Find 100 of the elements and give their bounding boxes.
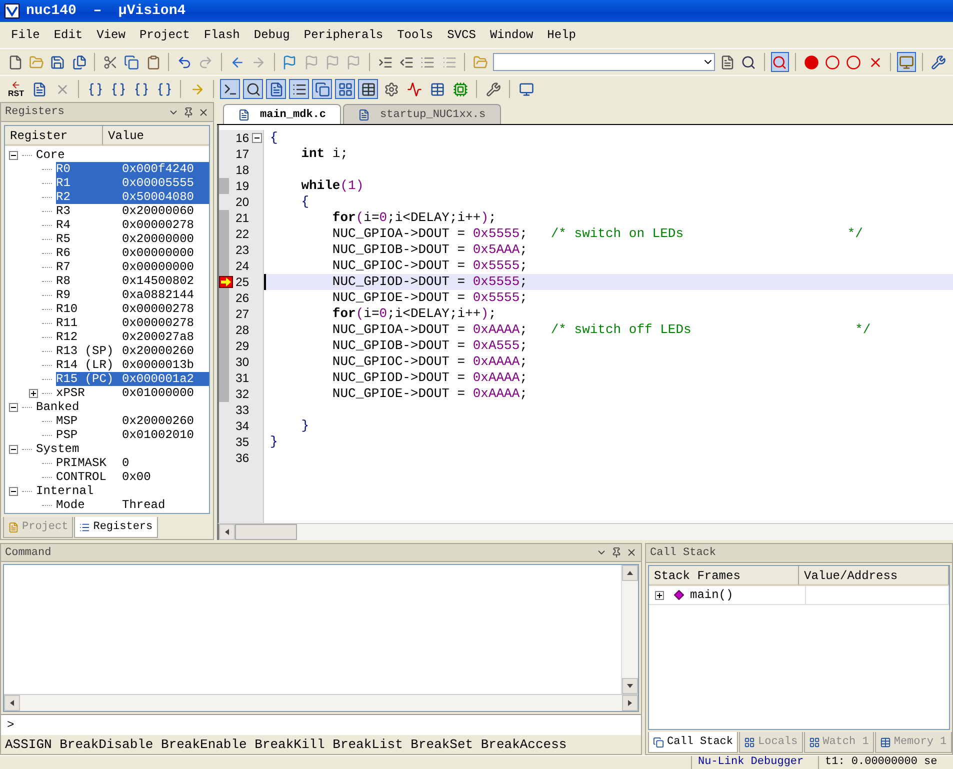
register-row[interactable]: xPSR 0x01000000 — [56, 386, 209, 400]
fold-toggle-icon[interactable] — [252, 133, 262, 143]
search-icon[interactable] — [740, 54, 756, 70]
chip-icon[interactable] — [452, 82, 468, 96]
cut-icon[interactable] — [103, 54, 118, 70]
document-icon[interactable] — [32, 82, 46, 96]
braces-icon[interactable] — [110, 82, 126, 96]
menu-item[interactable]: Project — [132, 28, 197, 42]
paste-icon[interactable] — [146, 54, 161, 70]
watch-button[interactable] — [335, 79, 355, 99]
register-row[interactable]: R4 0x00000278 — [56, 218, 209, 232]
symbols-button[interactable] — [266, 79, 286, 99]
close-icon[interactable] — [198, 106, 209, 118]
panel-tab[interactable]: Registers — [74, 517, 158, 538]
register-row[interactable]: R0 0x000f4240 — [56, 162, 209, 176]
horizontal-scrollbar[interactable] — [4, 694, 638, 712]
braces-icon[interactable] — [88, 82, 102, 96]
table-icon[interactable] — [430, 82, 444, 96]
register-row[interactable]: R7 0x00000000 — [56, 260, 209, 274]
debug-session-button[interactable] — [770, 52, 790, 72]
register-row[interactable]: R12 0x200027a8 — [56, 330, 209, 344]
menu-item[interactable]: Help — [540, 28, 583, 42]
breakpoint-icon[interactable] — [804, 54, 819, 70]
close-icon[interactable] — [626, 547, 637, 558]
register-row[interactable]: R8 0x14500802 — [56, 274, 209, 288]
panel-tab[interactable]: Call Stack — [648, 732, 738, 753]
menu-item[interactable]: File — [4, 28, 47, 42]
expand-icon[interactable] — [655, 590, 664, 600]
circle-icon[interactable] — [846, 54, 862, 70]
register-row[interactable]: R5 0x20000000 — [56, 232, 209, 246]
register-row[interactable]: R10 0x00000278 — [56, 302, 209, 316]
menu-item[interactable]: Flash — [196, 28, 247, 42]
register-row[interactable]: Mode Thread — [56, 498, 209, 512]
window-layout-button[interactable] — [897, 52, 916, 72]
register-row[interactable]: R14 (LR) 0x0000013b — [56, 358, 209, 372]
register-row[interactable]: R6 0x00000000 — [56, 246, 209, 260]
column-header[interactable]: Value/Address — [799, 566, 949, 586]
braces-icon[interactable] — [156, 82, 172, 96]
command-window-button[interactable] — [220, 79, 240, 99]
undo-icon[interactable] — [177, 54, 192, 70]
indent-icon[interactable] — [378, 54, 393, 70]
register-row[interactable]: R15 (PC) 0x000001a2 — [56, 372, 209, 386]
register-row[interactable]: R3 0x20000060 — [56, 204, 209, 218]
register-row[interactable]: MSP 0x20000260 — [56, 414, 209, 428]
editor-tab[interactable]: main_mdk.c — [223, 104, 342, 124]
register-row[interactable]: R9 0xa0882144 — [56, 288, 209, 302]
register-row[interactable]: R1 0x00005555 — [56, 176, 209, 190]
memory-button[interactable] — [358, 79, 378, 99]
collapse-icon[interactable] — [9, 444, 18, 454]
list-icon[interactable] — [420, 54, 436, 70]
copy-icon[interactable] — [124, 54, 140, 70]
braces-icon[interactable] — [134, 82, 148, 96]
menu-item[interactable]: Tools — [390, 28, 440, 42]
wrench-icon[interactable] — [486, 82, 500, 96]
wrench-icon[interactable] — [930, 54, 946, 70]
register-row[interactable]: PRIMASK 0 — [56, 456, 209, 470]
menu-item[interactable]: Window — [482, 28, 540, 42]
flag-icon[interactable] — [282, 54, 298, 70]
expand-icon[interactable] — [29, 388, 38, 398]
call-stack-button[interactable] — [312, 79, 332, 99]
collapse-icon[interactable] — [9, 402, 18, 412]
register-row[interactable]: PSP 0x01002010 — [56, 428, 209, 442]
menu-item[interactable]: Debug — [246, 28, 297, 42]
disassembly-button[interactable] — [243, 79, 263, 99]
menu-item[interactable]: Peripherals — [296, 28, 390, 42]
find-combo-field[interactable] — [492, 53, 715, 71]
group-label[interactable]: Banked — [36, 400, 80, 414]
group-label[interactable]: System — [36, 442, 80, 456]
collapse-icon[interactable] — [9, 486, 18, 496]
register-row[interactable]: R13 (SP) 0x20000260 — [56, 344, 209, 358]
column-header[interactable]: Stack Frames — [649, 566, 799, 586]
pin-icon[interactable] — [611, 547, 622, 558]
group-label[interactable]: Core — [36, 148, 65, 162]
reset-button[interactable]: RST — [6, 80, 26, 98]
menu-item[interactable]: SVCS — [440, 28, 483, 42]
document-icon[interactable] — [720, 54, 735, 70]
horizontal-scrollbar[interactable] — [217, 523, 953, 540]
register-row[interactable]: CONTROL 0x00 — [56, 470, 209, 484]
editor-tab[interactable]: startup_NUC1xx.s — [343, 104, 501, 124]
pin-icon[interactable] — [183, 106, 194, 118]
circle-icon[interactable] — [825, 54, 840, 70]
command-input-field[interactable]: > — [1, 714, 641, 735]
save-icon[interactable] — [50, 54, 66, 70]
register-row[interactable]: R2 0x50004080 — [56, 190, 209, 204]
save-all-icon[interactable] — [72, 54, 87, 70]
column-header[interactable]: Register — [5, 126, 103, 146]
registers-button[interactable] — [289, 79, 309, 99]
register-row[interactable]: R11 0x00000278 — [56, 316, 209, 330]
waveform-icon[interactable] — [406, 82, 422, 96]
new-file-icon[interactable] — [8, 54, 23, 70]
menu-item[interactable]: View — [90, 28, 132, 42]
gear-icon[interactable] — [384, 82, 398, 96]
group-label[interactable]: Internal — [36, 484, 94, 498]
outdent-icon[interactable] — [399, 54, 414, 70]
column-header[interactable]: Value — [103, 126, 209, 146]
vertical-scrollbar[interactable] — [621, 565, 638, 694]
scroll-thumb[interactable] — [235, 524, 297, 540]
menu-item[interactable]: Edit — [46, 28, 90, 42]
collapse-icon[interactable] — [9, 150, 18, 160]
stack-frame[interactable]: main() — [690, 588, 734, 602]
